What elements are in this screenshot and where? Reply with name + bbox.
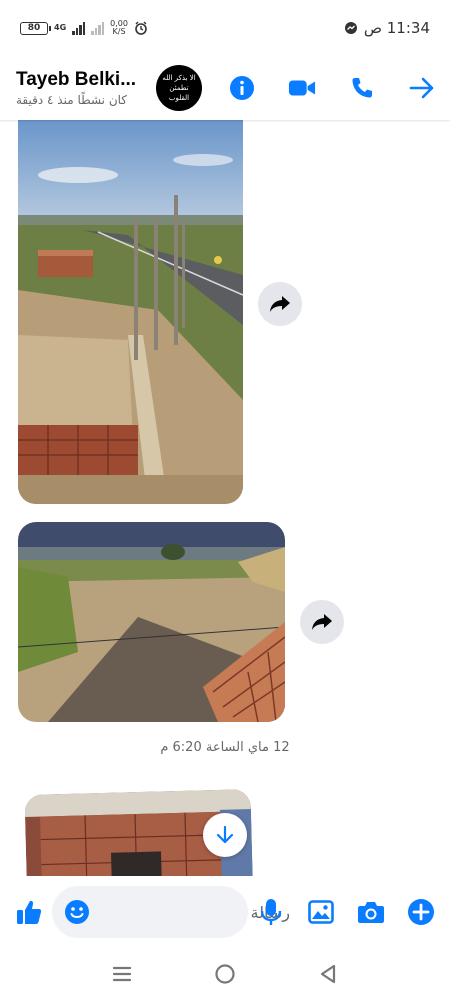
share-button[interactable] — [300, 600, 344, 644]
contact-info[interactable]: Tayeb Belki... كان نشطًا منذ ٤ دقيقة — [16, 69, 150, 107]
voice-message-button[interactable] — [256, 897, 286, 927]
home-circle-icon — [215, 964, 235, 984]
like-icon — [17, 900, 42, 924]
message-thread[interactable]: 12 ماي الساعة 6:20 م — [0, 120, 450, 876]
photo-field-shadow-bricks — [18, 522, 285, 722]
info-icon — [230, 76, 254, 100]
photo-message-2[interactable] — [18, 522, 285, 722]
arrow-down-icon — [216, 825, 234, 844]
contact-name[interactable]: Tayeb Belki... — [16, 69, 150, 91]
phone-icon — [352, 78, 372, 98]
more-actions-button[interactable] — [406, 897, 436, 927]
share-arrow-icon — [270, 296, 290, 312]
emoji-icon — [65, 900, 89, 924]
camera-icon — [358, 902, 384, 923]
speed-unit: K/S — [112, 27, 126, 36]
battery-level: 80 — [27, 23, 41, 33]
voice-call-button[interactable] — [348, 74, 376, 102]
conversation-header: Tayeb Belki... كان نشطًا منذ ٤ دقيقة الا… — [0, 56, 450, 120]
video-call-button[interactable] — [288, 74, 316, 102]
back-button[interactable] — [313, 959, 343, 989]
share-arrow-icon — [312, 614, 332, 630]
photo-construction-site-road — [18, 120, 243, 504]
gallery-icon — [308, 900, 334, 924]
clock: 11:34 ص — [363, 19, 430, 37]
video-call-icon — [288, 80, 316, 96]
message-composer — [0, 876, 450, 948]
network-type: 4G — [54, 23, 67, 32]
signal-icon — [72, 21, 86, 35]
back-triangle-icon — [321, 964, 336, 984]
emoji-button[interactable] — [64, 897, 90, 927]
gallery-button[interactable] — [306, 897, 336, 927]
menu-icon — [112, 966, 131, 982]
alarm-icon — [135, 21, 147, 35]
home-button[interactable] — [210, 959, 240, 989]
status-bar: 80 4G 0,00 K/S 11:34 ص — [0, 0, 450, 56]
recent-apps-button[interactable] — [107, 959, 137, 989]
info-button[interactable] — [228, 74, 256, 102]
network-speed: 0,00 K/S — [110, 20, 128, 36]
battery-icon: 80 — [20, 21, 51, 35]
like-button[interactable] — [14, 897, 44, 927]
microphone-icon — [260, 899, 282, 925]
avatar-text: الا بذكر الله تطمئن القلوب — [162, 74, 196, 102]
share-button[interactable] — [258, 282, 302, 326]
photo-message-1[interactable] — [18, 120, 243, 504]
forward-button[interactable] — [408, 74, 436, 102]
camera-button[interactable] — [356, 897, 386, 927]
message-timestamp: 12 ماي الساعة 6:20 م — [160, 740, 290, 755]
forward-arrow-icon — [409, 77, 434, 99]
message-field — [52, 886, 290, 938]
plus-icon — [408, 899, 434, 925]
avatar[interactable]: الا بذكر الله تطمئن القلوب — [156, 65, 202, 111]
scroll-to-bottom-button[interactable] — [203, 813, 247, 857]
active-status: كان نشطًا منذ ٤ دقيقة — [16, 93, 128, 107]
system-navigation-bar — [0, 948, 450, 1000]
messenger-notification-icon — [344, 22, 357, 34]
signal-2-icon — [91, 21, 105, 35]
